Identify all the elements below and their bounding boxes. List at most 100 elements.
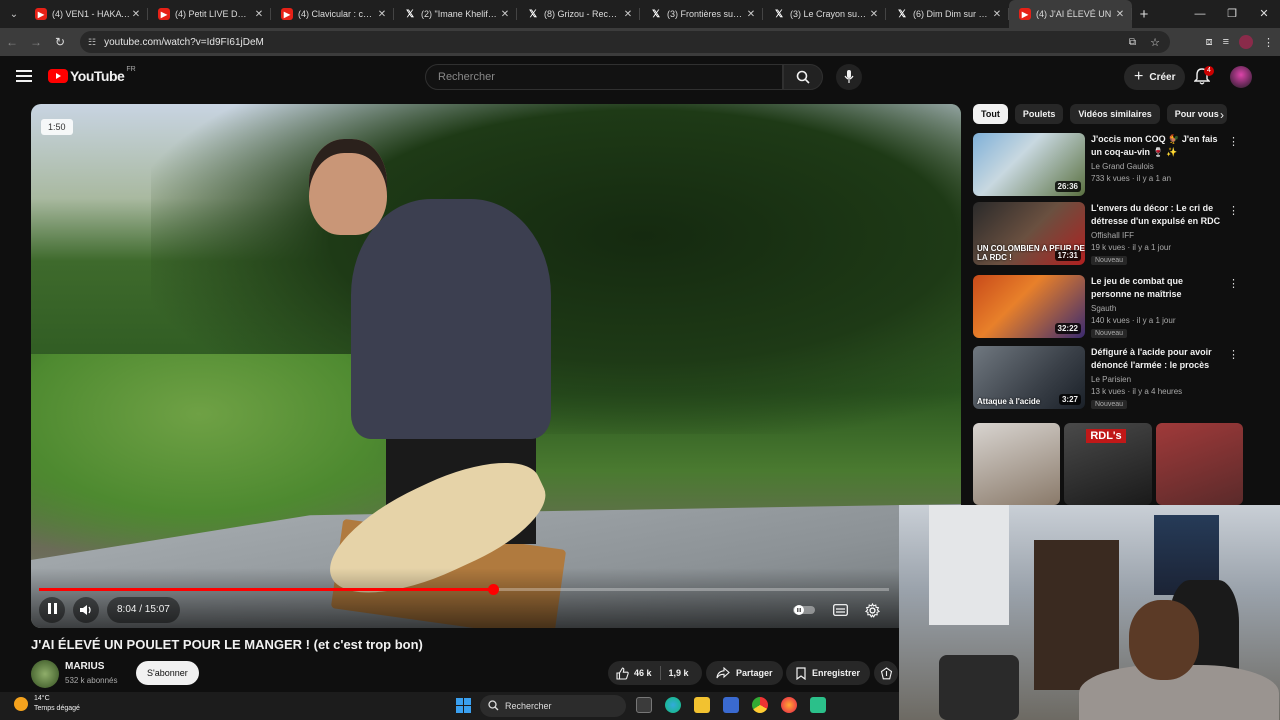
recommended-video[interactable]: 32:22 Le jeu de combat que personne ne ma…	[973, 275, 1243, 341]
recommended-channel[interactable]: Offishall IFF	[1091, 231, 1134, 240]
filter-chip[interactable]: Poulets	[1014, 104, 1064, 124]
chrome-icon[interactable]	[752, 697, 768, 713]
task-view-icon[interactable]	[636, 697, 652, 713]
video-thumbnail[interactable]: 32:22	[973, 275, 1085, 338]
tab-close-icon[interactable]: ✕	[376, 9, 388, 20]
firefox-icon[interactable]	[781, 697, 797, 713]
browser-tab[interactable]: 𝕏 (8) Grizou - Recherche✕	[517, 0, 640, 28]
url-field[interactable]: ☷ youtube.com/watch?v=Id9FI61jDeM ⧉ ☆	[80, 31, 1170, 53]
close-window-icon[interactable]: ✕	[1248, 0, 1280, 28]
dislike-button[interactable]: 1,9 k	[661, 668, 697, 678]
microsoft-store-icon[interactable]	[723, 697, 739, 713]
tab-close-icon[interactable]: ✕	[868, 9, 880, 20]
back-icon[interactable]: ←	[0, 35, 24, 49]
minimize-icon[interactable]: —	[1184, 0, 1216, 28]
browser-tab[interactable]: ▶ (4) VEN1 - HAKAYET ✕	[25, 0, 148, 28]
browser-tab[interactable]: 𝕏 (3) Le Crayon sur X : ✕	[763, 0, 886, 28]
settings-button[interactable]	[859, 597, 885, 623]
progress-bar[interactable]	[39, 584, 889, 595]
recommended-channel[interactable]: Sgauth	[1091, 304, 1116, 313]
file-explorer-icon[interactable]	[694, 697, 710, 713]
recommended-channel[interactable]: Le Grand Gaulois	[1091, 162, 1154, 171]
channel-avatar[interactable]	[31, 660, 59, 688]
like-button[interactable]: 46 k	[608, 666, 660, 680]
filter-chip[interactable]: Pour vous	[1166, 104, 1227, 124]
tab-close-icon[interactable]: ✕	[1114, 9, 1126, 20]
scrubber-handle[interactable]	[487, 584, 499, 595]
edge-icon[interactable]	[665, 697, 681, 713]
browser-tab[interactable]: 𝕏 (3) Frontières sur X : ✕	[640, 0, 763, 28]
recommended-title[interactable]: L'envers du décor : Le cri de détresse d…	[1091, 202, 1221, 228]
recommended-video[interactable]: UN COLOMBIEN A PEUR DE LA RDC ! 17:31 L'en…	[973, 202, 1243, 268]
volume-icon	[80, 605, 91, 615]
more-options-icon[interactable]: ⋮	[1228, 135, 1239, 148]
save-button[interactable]: Enregistrer	[786, 661, 871, 685]
filter-chip[interactable]: Vidéos similaires	[1070, 104, 1160, 124]
autoplay-toggle[interactable]	[791, 597, 817, 623]
tab-close-icon[interactable]: ✕	[745, 9, 757, 20]
tab-title: (4) J'AI ÉLEVÉ UN	[1036, 9, 1112, 19]
browser-tab[interactable]: 𝕏 (6) Dim Dim sur X : "L✕	[886, 0, 1009, 28]
reload-icon[interactable]: ↻	[48, 35, 72, 49]
recommended-title[interactable]: Le jeu de combat que personne ne maîtris…	[1091, 275, 1221, 301]
profile-avatar[interactable]	[1239, 35, 1253, 49]
more-options-icon[interactable]: ⋮	[1228, 204, 1239, 217]
subscribe-button[interactable]: S'abonner	[136, 661, 199, 685]
tab-search-dropdown-icon[interactable]: ⌄	[3, 3, 25, 25]
browser-menu-icon[interactable]: ⋮	[1263, 36, 1274, 49]
tab-close-icon[interactable]: ✕	[622, 9, 634, 20]
recommended-channel[interactable]: Le Parisien	[1091, 375, 1131, 384]
chevron-right-icon[interactable]: ›	[1220, 108, 1224, 122]
more-options-icon[interactable]: ⋮	[1228, 348, 1239, 361]
video-thumbnail[interactable]: UN COLOMBIEN A PEUR DE LA RDC ! 17:31	[973, 202, 1085, 265]
maximize-icon[interactable]: ❐	[1216, 0, 1248, 28]
recommended-title[interactable]: Défiguré à l'acide pour avoir dénoncé l'…	[1091, 346, 1221, 372]
extensions-icon[interactable]: ⧈	[1206, 36, 1213, 49]
video-player[interactable]: 1:50 8:04 / 15:07	[31, 104, 961, 628]
more-options-icon[interactable]: ⋮	[1228, 277, 1239, 290]
channel-name[interactable]: MARIUS	[65, 661, 104, 672]
short-thumbnail[interactable]	[973, 423, 1061, 505]
short-thumbnail[interactable]	[1155, 423, 1243, 505]
new-tab-button[interactable]: +	[1132, 6, 1156, 23]
account-avatar[interactable]	[1230, 66, 1252, 88]
tab-close-icon[interactable]: ✕	[130, 9, 142, 20]
tab-close-icon[interactable]: ✕	[253, 9, 265, 20]
install-app-icon[interactable]: ⧉	[1129, 37, 1136, 48]
thanks-button[interactable]	[874, 661, 898, 685]
browser-tab[interactable]: ▶ (4) Petit LIVE DU SOIR✕	[148, 0, 271, 28]
app-icon[interactable]	[810, 697, 826, 713]
site-info-icon[interactable]: ☷	[88, 37, 96, 48]
short-thumbnail[interactable]: RDL's	[1064, 423, 1152, 505]
video-duration: 26:36	[1054, 181, 1081, 192]
filter-chip[interactable]: Tout	[973, 104, 1008, 124]
pause-button[interactable]	[39, 597, 65, 623]
browser-tab[interactable]: 𝕏 (2) "Imane Khelif" - Re✕	[394, 0, 517, 28]
search-input[interactable]: Rechercher	[425, 64, 783, 90]
new-badge: Nouveau	[1091, 329, 1128, 338]
weather-widget[interactable]: 14°C Temps dégagé	[14, 694, 80, 714]
tab-close-icon[interactable]: ✕	[991, 9, 1003, 20]
voice-search-button[interactable]	[836, 64, 862, 90]
video-frame-person-head	[309, 139, 387, 235]
subtitles-button[interactable]	[827, 597, 853, 623]
bookmark-star-icon[interactable]: ☆	[1150, 36, 1160, 49]
taskbar-search[interactable]: Rechercher	[480, 695, 626, 717]
hamburger-menu-icon[interactable]	[16, 70, 32, 82]
youtube-logo[interactable]: YouTube FR	[48, 66, 136, 84]
create-button[interactable]: + Créer	[1124, 64, 1186, 90]
volume-button[interactable]	[73, 597, 99, 623]
recommended-title[interactable]: J'occis mon COQ 🐓 J'en fais un coq-au-vi…	[1091, 133, 1221, 159]
recommended-video[interactable]: 26:36 J'occis mon COQ 🐓 J'en fais un coq-…	[973, 133, 1243, 199]
browser-tab[interactable]: ▶ (4) J'AI ÉLEVÉ UN ✕	[1009, 0, 1132, 28]
forward-icon[interactable]: →	[24, 35, 48, 49]
search-button[interactable]	[783, 64, 823, 90]
recommended-video[interactable]: Attaque à l'acide 3:27 Défiguré à l'acide …	[973, 346, 1243, 412]
tab-close-icon[interactable]: ✕	[499, 9, 511, 20]
windows-start-icon[interactable]	[456, 698, 471, 713]
video-thumbnail[interactable]: 26:36	[973, 133, 1085, 196]
browser-tab[interactable]: ▶ (4) Clavicular : comme✕	[271, 0, 394, 28]
sidepanel-icon[interactable]: ≡	[1223, 36, 1229, 48]
video-thumbnail[interactable]: Attaque à l'acide 3:27	[973, 346, 1085, 409]
share-button[interactable]: Partager	[706, 661, 783, 685]
